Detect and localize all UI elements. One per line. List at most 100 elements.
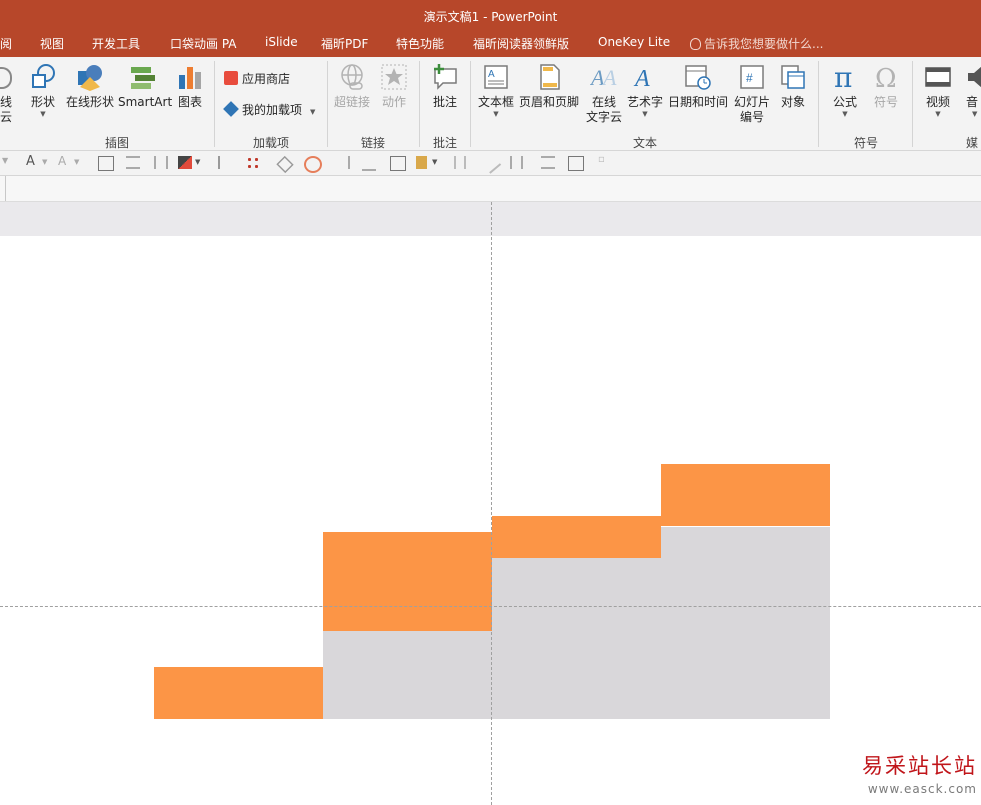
horizontal-guide[interactable] bbox=[0, 606, 981, 607]
diamond-icon[interactable] bbox=[276, 155, 294, 174]
bar-segment-base-3[interactable] bbox=[492, 558, 661, 719]
align-right-icon[interactable] bbox=[334, 156, 350, 169]
svg-text:π: π bbox=[834, 63, 852, 91]
watermark-url: www.easck.com bbox=[867, 782, 977, 796]
table-grid-icon[interactable] bbox=[98, 156, 114, 171]
align-left-icon[interactable] bbox=[218, 156, 234, 169]
header-footer-icon bbox=[540, 64, 560, 90]
group-objects-icon[interactable] bbox=[568, 156, 584, 171]
equation-button[interactable]: π 公式 ▼ bbox=[826, 57, 864, 118]
addins-icon bbox=[223, 101, 239, 117]
speaker-icon bbox=[968, 66, 981, 88]
my-addins-button[interactable]: 我的加载项 ▼ bbox=[223, 101, 315, 118]
shapes-button[interactable]: 形状 ▼ bbox=[24, 57, 62, 118]
online-shapes-button[interactable]: 在线形状 bbox=[64, 57, 116, 110]
vertical-guide[interactable] bbox=[491, 202, 492, 805]
textbox-small-icon[interactable] bbox=[390, 156, 406, 171]
audio-button[interactable]: 音 ▼ bbox=[962, 57, 981, 118]
partial-left-button[interactable]: 线 云 bbox=[0, 57, 14, 125]
dropdown-icon[interactable]: ▼ bbox=[2, 156, 16, 169]
star-action-icon bbox=[381, 64, 407, 90]
wordart-button[interactable]: A 艺术字 ▼ bbox=[626, 57, 664, 118]
watermark-text: 易采站长站 bbox=[862, 754, 977, 778]
title-bar: 演示文稿1 - PowerPoint bbox=[0, 0, 981, 31]
slide-number-button[interactable]: # 幻灯片 编号 bbox=[732, 57, 772, 125]
color-dropdown-icon[interactable]: ▼ bbox=[195, 158, 209, 171]
chart-button[interactable]: 图表 bbox=[174, 57, 206, 110]
tab-foxit-reader[interactable]: 福昕阅读器领鲜版 bbox=[473, 35, 569, 52]
tab-features[interactable]: 特色功能 bbox=[396, 35, 444, 52]
highlight-icon[interactable]: A bbox=[58, 154, 72, 168]
font-color-icon[interactable]: A bbox=[26, 154, 40, 169]
brush-icon[interactable] bbox=[480, 153, 502, 174]
paste-icon[interactable] bbox=[416, 156, 427, 169]
symbol-button[interactable]: Ω 符号 bbox=[868, 57, 904, 110]
textbox-icon: A bbox=[484, 65, 508, 89]
tab-onekey-lite[interactable]: OneKey Lite bbox=[598, 35, 670, 49]
wordcloud-icon: AA bbox=[590, 65, 617, 90]
online-wordcloud-button[interactable]: AA 在线 文字云 bbox=[584, 57, 624, 125]
video-dropdown-icon: ▼ bbox=[935, 110, 941, 118]
svg-text:A: A bbox=[488, 69, 495, 80]
equal-width-icon[interactable] bbox=[510, 156, 523, 169]
ribbon-separator bbox=[214, 61, 215, 147]
dots-grid-icon[interactable] bbox=[246, 156, 260, 169]
target-icon[interactable] bbox=[304, 156, 322, 173]
hyperlink-button[interactable]: 超链接 bbox=[332, 57, 372, 110]
textbox-button[interactable]: A 文本框 ▼ bbox=[476, 57, 516, 118]
lightbulb-icon bbox=[690, 38, 701, 50]
tab-view[interactable]: 视图 bbox=[40, 35, 64, 52]
object-button[interactable]: 对象 bbox=[776, 57, 810, 110]
video-film-icon bbox=[925, 67, 951, 87]
bar-segment-base-4[interactable] bbox=[661, 527, 830, 719]
shapes-icon bbox=[32, 64, 55, 88]
highlight-dropdown-icon[interactable]: ▼ bbox=[74, 158, 88, 171]
tell-me-box[interactable]: 告诉我您想要做什么... bbox=[690, 35, 823, 52]
video-button[interactable]: 视频 ▼ bbox=[920, 57, 956, 118]
omega-icon: Ω bbox=[875, 64, 897, 91]
comment-icon bbox=[434, 64, 457, 90]
bar-segment-top-2[interactable] bbox=[323, 532, 492, 631]
more-icon[interactable]: ▫ bbox=[598, 154, 612, 167]
equal-height-icon[interactable] bbox=[541, 156, 555, 169]
action-button[interactable]: 动作 bbox=[376, 57, 412, 110]
strip-divider bbox=[5, 176, 6, 201]
svg-text:A: A bbox=[601, 65, 617, 90]
align-center-icon[interactable] bbox=[126, 156, 140, 169]
group-links: 链接 bbox=[360, 136, 385, 150]
bar-segment-top-4[interactable] bbox=[661, 464, 830, 526]
calendar-clock-icon bbox=[685, 65, 711, 90]
distribute-icon[interactable] bbox=[154, 156, 168, 169]
group-symbols: 符号 bbox=[853, 136, 878, 150]
slide-number-icon: # bbox=[740, 65, 764, 89]
paste-dropdown-icon[interactable]: ▼ bbox=[432, 158, 446, 171]
store-button[interactable]: 应用商店 bbox=[224, 70, 290, 87]
wordart-icon: A bbox=[633, 66, 650, 91]
bar-segment-top-3[interactable] bbox=[492, 516, 661, 558]
globe-link-icon bbox=[341, 64, 363, 90]
datetime-button[interactable]: 日期和时间 bbox=[667, 57, 729, 110]
svg-text:A: A bbox=[633, 66, 650, 91]
tab-pocket-animation[interactable]: 口袋动画 PA bbox=[170, 35, 237, 52]
tab-developer[interactable]: 开发工具 bbox=[92, 35, 140, 52]
bar-segment-top-1[interactable] bbox=[154, 667, 323, 719]
spacing-icon[interactable] bbox=[454, 156, 466, 169]
bar-segment-base-2[interactable] bbox=[323, 631, 492, 719]
wordart-dropdown-icon: ▼ bbox=[642, 110, 648, 118]
group-comments: 批注 bbox=[432, 136, 457, 150]
smartart-icon bbox=[131, 67, 155, 89]
tab-foxit-pdf[interactable]: 福昕PDF bbox=[321, 35, 368, 52]
align-bottom-icon[interactable] bbox=[362, 156, 376, 171]
ribbon-separator bbox=[912, 61, 913, 147]
chart-icon bbox=[179, 67, 201, 89]
tab-islide[interactable]: iSlide bbox=[265, 35, 298, 49]
shapes-dropdown-icon: ▼ bbox=[40, 110, 46, 118]
header-footer-button[interactable]: 页眉和页脚 bbox=[518, 57, 580, 110]
color-fill-icon[interactable] bbox=[178, 156, 192, 169]
smartart-button[interactable]: SmartArt bbox=[118, 57, 172, 110]
font-dropdown-icon[interactable]: ▼ bbox=[42, 158, 56, 171]
comment-button[interactable]: 批注 bbox=[426, 57, 464, 110]
tab-review[interactable]: 阅 bbox=[0, 35, 12, 52]
svg-text:Ω: Ω bbox=[875, 64, 897, 91]
store-icon bbox=[224, 71, 238, 85]
